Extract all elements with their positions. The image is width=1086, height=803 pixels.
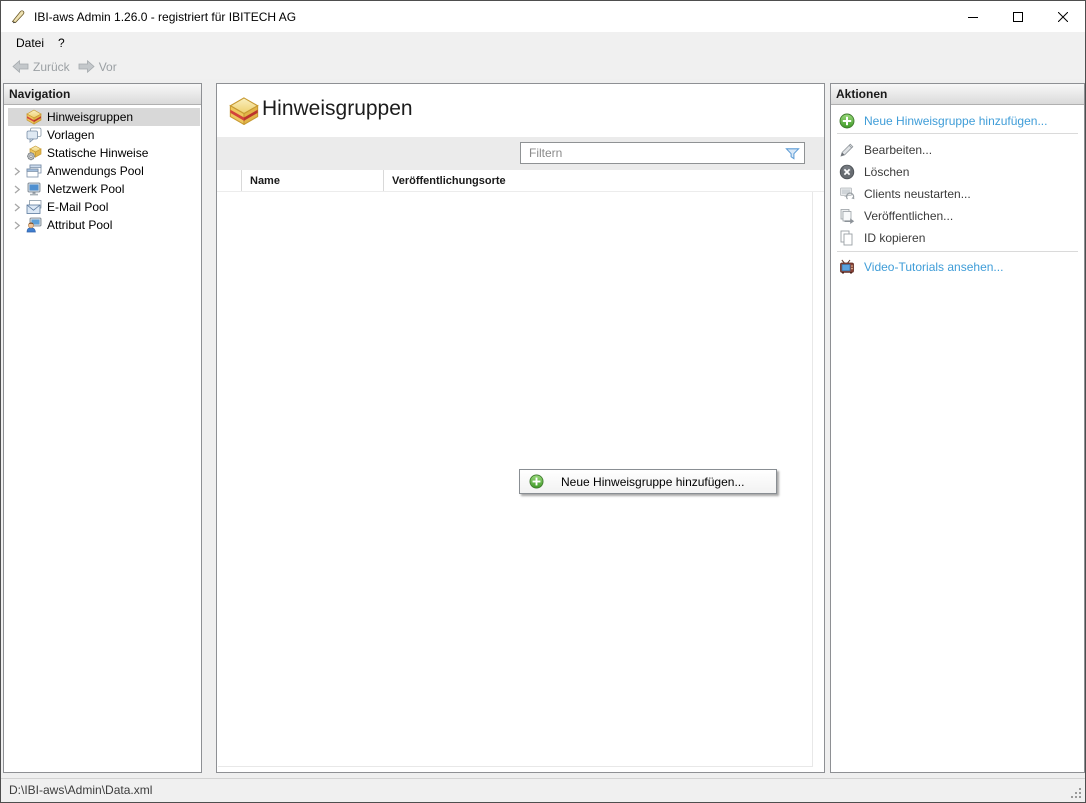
filter-funnel-icon[interactable] — [785, 146, 800, 161]
email-pool-icon — [26, 199, 42, 215]
forward-label: Vor — [99, 60, 117, 74]
back-label: Zurück — [33, 60, 70, 74]
publish-icon — [839, 208, 855, 224]
templates-icon — [26, 127, 42, 143]
add-hinweisgruppe-button-label: Neue Hinweisgruppe hinzufügen... — [561, 475, 744, 489]
action-id-kopieren[interactable]: ID kopieren — [831, 227, 1084, 249]
main-panel: Hinweisgruppen Name Veröffentlichungsort… — [216, 83, 825, 773]
page-title: Hinweisgruppen — [262, 97, 413, 121]
filter-input[interactable] — [521, 143, 778, 163]
ibi-aws-logo-icon[interactable] — [10, 8, 27, 25]
action-label: ID kopieren — [864, 231, 925, 245]
navigation-header: Navigation — [4, 84, 201, 105]
add-hinweisgruppe-button[interactable]: Neue Hinweisgruppe hinzufügen... — [519, 469, 777, 494]
navigation-tree: Hinweisgruppen Vorlagen — [4, 105, 201, 234]
forward-button[interactable]: Vor — [74, 58, 121, 76]
main-header: Hinweisgruppen — [217, 84, 824, 137]
close-icon — [1058, 12, 1068, 22]
edit-pencil-icon — [839, 142, 855, 158]
nav-item-label: E-Mail Pool — [47, 200, 108, 214]
chevron-right-icon[interactable] — [13, 221, 21, 230]
nav-item-label: Statische Hinweise — [47, 146, 148, 160]
navigation-panel: Navigation Hinweisgruppen — [3, 83, 202, 773]
nav-item-email-pool[interactable]: E-Mail Pool — [8, 198, 200, 216]
actions-separator — [837, 251, 1078, 252]
action-bearbeiten[interactable]: Bearbeiten... — [831, 139, 1084, 161]
resize-grip[interactable] — [1070, 787, 1083, 800]
app-window: IBI-aws Admin 1.26.0 - registriert für I… — [0, 0, 1086, 803]
column-header-name[interactable]: Name — [241, 170, 383, 191]
application-pool-icon — [26, 163, 42, 179]
nav-item-vorlagen[interactable]: Vorlagen — [8, 126, 200, 144]
menubar: Datei ? — [1, 32, 1085, 54]
nav-item-label: Netzwerk Pool — [47, 182, 124, 196]
add-plus-icon — [839, 113, 855, 129]
column-indicator — [217, 170, 241, 191]
minimize-icon — [968, 12, 978, 22]
actions-header: Aktionen — [831, 84, 1084, 105]
action-clients-neustarten[interactable]: Clients neustarten... — [831, 183, 1084, 205]
action-neue-hinweisgruppe[interactable]: Neue Hinweisgruppe hinzufügen... — [831, 110, 1084, 132]
titlebar: IBI-aws Admin 1.26.0 - registriert für I… — [1, 1, 1085, 32]
close-button[interactable] — [1040, 1, 1085, 32]
filter-bar — [217, 137, 824, 170]
nav-item-anwendungs-pool[interactable]: Anwendungs Pool — [8, 162, 200, 180]
nav-item-label: Hinweisgruppen — [47, 110, 133, 124]
delete-circle-icon — [839, 164, 855, 180]
window-controls — [950, 1, 1085, 32]
maximize-button[interactable] — [995, 1, 1040, 32]
add-plus-icon — [529, 474, 544, 489]
content-area: Navigation Hinweisgruppen — [1, 79, 1085, 778]
minimize-button[interactable] — [950, 1, 995, 32]
notice-groups-box-icon — [229, 97, 259, 125]
copy-id-icon — [839, 230, 855, 246]
nav-item-label: Attribut Pool — [47, 218, 112, 232]
action-label: Neue Hinweisgruppe hinzufügen... — [864, 114, 1047, 128]
filter-box — [520, 142, 805, 164]
nav-item-netzwerk-pool[interactable]: Netzwerk Pool — [8, 180, 200, 198]
actions-separator — [837, 133, 1078, 134]
action-label: Löschen — [864, 165, 909, 179]
video-tutorials-tv-icon — [839, 259, 855, 275]
action-loeschen[interactable]: Löschen — [831, 161, 1084, 183]
forward-arrow-icon — [78, 60, 95, 73]
window-title: IBI-aws Admin 1.26.0 - registriert für I… — [34, 10, 296, 24]
action-label: Video-Tutorials ansehen... — [864, 260, 1003, 274]
toolbar: Zurück Vor — [1, 54, 1085, 79]
column-header-veroeffentlichungsorte[interactable]: Veröffentlichungsorte — [383, 170, 824, 191]
actions-panel: Aktionen Neue Hinweisgruppe hinzufügen..… — [830, 83, 1085, 773]
nav-item-label: Vorlagen — [47, 128, 94, 142]
nav-item-label: Anwendungs Pool — [47, 164, 144, 178]
back-arrow-icon — [12, 60, 29, 73]
notice-groups-box-icon — [26, 109, 42, 125]
maximize-icon — [1013, 12, 1023, 22]
restart-clients-icon — [839, 186, 855, 202]
nav-item-hinweisgruppen[interactable]: Hinweisgruppen — [8, 108, 200, 126]
table-header: Name Veröffentlichungsorte — [217, 170, 824, 192]
static-notices-icon — [26, 145, 42, 161]
nav-item-statische-hinweise[interactable]: Statische Hinweise — [8, 144, 200, 162]
menu-datei[interactable]: Datei — [9, 33, 51, 53]
chevron-right-icon[interactable] — [13, 167, 21, 176]
action-video-tutorials[interactable]: Video-Tutorials ansehen... — [831, 256, 1084, 278]
chevron-right-icon[interactable] — [13, 203, 21, 212]
chevron-right-icon[interactable] — [13, 185, 21, 194]
action-label: Veröffentlichen... — [864, 209, 953, 223]
statusbar: D:\IBI-aws\Admin\Data.xml — [1, 778, 1085, 802]
statusbar-path: D:\IBI-aws\Admin\Data.xml — [9, 783, 152, 797]
nav-item-attribut-pool[interactable]: Attribut Pool — [8, 216, 200, 234]
network-pool-icon — [26, 181, 42, 197]
action-label: Clients neustarten... — [864, 187, 971, 201]
attribute-pool-icon — [26, 217, 42, 233]
action-label: Bearbeiten... — [864, 143, 932, 157]
action-veroeffentlichen[interactable]: Veröffentlichen... — [831, 205, 1084, 227]
menu-help[interactable]: ? — [51, 33, 72, 53]
back-button[interactable]: Zurück — [8, 58, 74, 76]
